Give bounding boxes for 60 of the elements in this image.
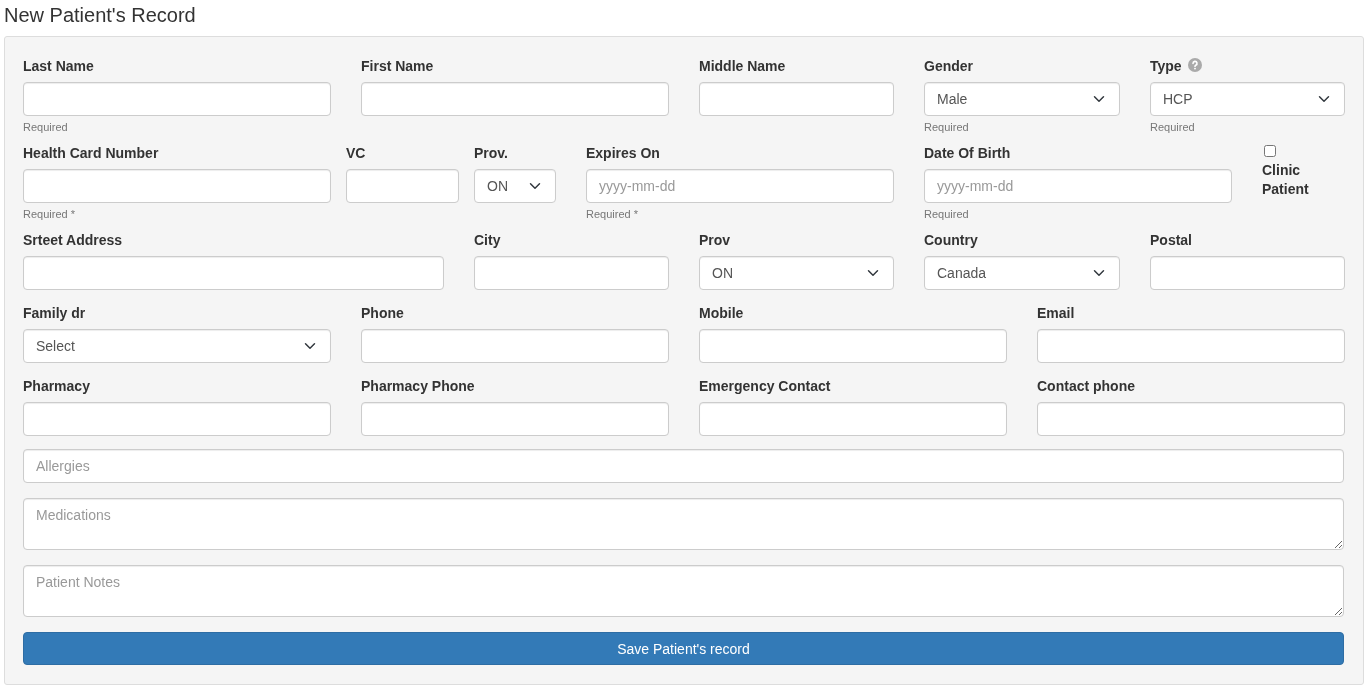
field-label: Contact phone bbox=[1037, 377, 1135, 396]
help-text: Required * bbox=[23, 207, 75, 221]
help-text: Required bbox=[924, 120, 969, 134]
field-label: Emergency Contact bbox=[699, 377, 831, 396]
help-text: Required bbox=[924, 207, 969, 221]
select-field[interactable]: ON bbox=[474, 169, 556, 203]
field-label: Postal bbox=[1150, 231, 1192, 250]
field-label: Type bbox=[1150, 57, 1182, 76]
help-text: Required bbox=[23, 120, 68, 134]
field-label: First Name bbox=[361, 57, 434, 76]
input-field[interactable] bbox=[346, 169, 459, 203]
field-label: VC bbox=[346, 144, 366, 163]
input-field[interactable] bbox=[1037, 402, 1345, 436]
input-field[interactable]: Allergies bbox=[23, 449, 1344, 483]
input-field[interactable] bbox=[361, 402, 669, 436]
field-label: Expires On bbox=[586, 144, 660, 163]
input-field[interactable] bbox=[361, 82, 669, 116]
input-field[interactable] bbox=[699, 402, 1007, 436]
input-field[interactable]: yyyy-mm-dd bbox=[924, 169, 1232, 203]
input-field[interactable] bbox=[1150, 256, 1345, 290]
field-label: Last Name bbox=[23, 57, 94, 76]
input-field[interactable] bbox=[699, 329, 1007, 363]
checkbox[interactable] bbox=[1264, 145, 1276, 157]
field-label: Gender bbox=[924, 57, 973, 76]
input-field[interactable] bbox=[474, 256, 669, 290]
field-label: Health Card Number bbox=[23, 144, 159, 163]
page-title: New Patient's Record bbox=[4, 3, 197, 27]
field-label: Pharmacy Phone bbox=[361, 377, 475, 396]
input-field[interactable] bbox=[1037, 329, 1345, 363]
help-text: Required * bbox=[586, 207, 638, 221]
field-label: Srteet Address bbox=[23, 231, 123, 250]
text-area[interactable]: Patient Notes bbox=[23, 565, 1344, 617]
field-label: Date Of Birth bbox=[924, 144, 1011, 163]
select-field[interactable]: Select bbox=[23, 329, 331, 363]
field-label: Email bbox=[1037, 304, 1075, 323]
text-area[interactable]: Medications bbox=[23, 498, 1344, 550]
save-button[interactable]: Save Patient's record bbox=[23, 632, 1344, 665]
help-icon[interactable] bbox=[1187, 58, 1202, 72]
field-label: Phone bbox=[361, 304, 404, 323]
input-field[interactable] bbox=[361, 329, 669, 363]
select-field[interactable]: Canada bbox=[924, 256, 1120, 290]
checkbox-label: Clinic Patient bbox=[1262, 161, 1310, 199]
input-field[interactable] bbox=[23, 402, 331, 436]
field-label: Middle Name bbox=[699, 57, 786, 76]
field-label: Country bbox=[924, 231, 978, 250]
field-label: Prov. bbox=[474, 144, 508, 163]
input-field[interactable] bbox=[23, 256, 444, 290]
select-field[interactable]: HCP bbox=[1150, 82, 1345, 116]
field-label: Pharmacy bbox=[23, 377, 90, 396]
field-label: Prov bbox=[699, 231, 731, 250]
field-label: Family dr bbox=[23, 304, 86, 323]
field-label: City bbox=[474, 231, 501, 250]
input-field[interactable] bbox=[23, 82, 331, 116]
help-text: Required bbox=[1150, 120, 1195, 134]
input-field[interactable] bbox=[23, 169, 331, 203]
field-label: Mobile bbox=[699, 304, 744, 323]
select-field[interactable]: ON bbox=[699, 256, 894, 290]
input-field[interactable] bbox=[699, 82, 894, 116]
select-field[interactable]: Male bbox=[924, 82, 1120, 116]
input-field[interactable]: yyyy-mm-dd bbox=[586, 169, 894, 203]
